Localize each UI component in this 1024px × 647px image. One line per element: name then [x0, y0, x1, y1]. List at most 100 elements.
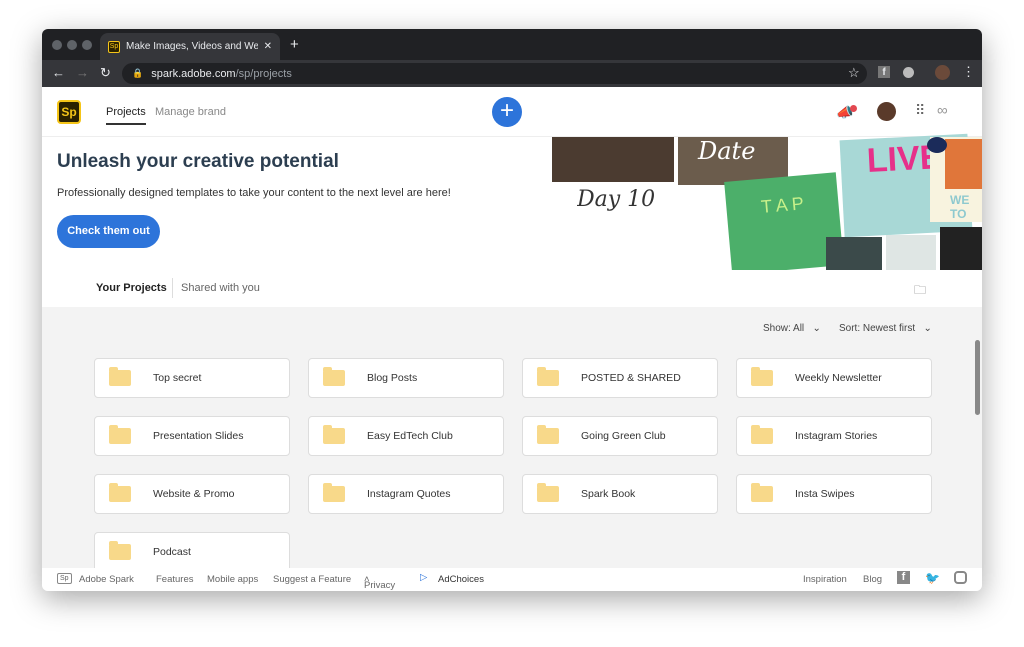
footer-mobile-apps[interactable]: Mobile apps: [207, 574, 258, 585]
template-day-text: Day 10: [577, 187, 656, 212]
close-tab-icon[interactable]: ✕: [264, 41, 272, 52]
footer-blog[interactable]: Blog: [863, 574, 882, 585]
scrollbar[interactable]: [975, 340, 980, 415]
sort-dropdown[interactable]: Sort: Newest first ⌄: [839, 323, 932, 334]
folder-name: Weekly Newsletter: [795, 372, 882, 384]
sort-label: Sort: Newest first: [839, 323, 916, 334]
twitter-icon[interactable]: 🐦: [925, 571, 940, 585]
back-icon[interactable]: ←: [52, 65, 65, 80]
favicon: Sp: [108, 40, 120, 53]
new-tab-button[interactable]: +: [290, 36, 299, 53]
folder-icon: [323, 425, 345, 444]
new-folder-icon[interactable]: 🗀: [914, 281, 926, 302]
nav-projects[interactable]: Projects: [106, 106, 146, 125]
tab-your-projects[interactable]: Your Projects: [96, 282, 167, 294]
folder-name: Presentation Slides: [153, 430, 244, 442]
footer-adchoices[interactable]: AdChoices: [438, 574, 484, 585]
nav-manage-brand[interactable]: Manage brand: [155, 106, 226, 118]
banner-title: Unleash your creative potential: [57, 151, 339, 172]
maximize-window-button[interactable]: [82, 40, 92, 50]
tab-bar: Sp Make Images, Videos and Web S ✕ +: [42, 29, 982, 60]
folder-icon: [109, 425, 131, 444]
folder-icon: [109, 367, 131, 386]
extension-icon[interactable]: [903, 67, 914, 78]
folder-card[interactable]: Spark Book: [522, 474, 718, 514]
browser-tab[interactable]: Sp Make Images, Videos and Web S ✕: [100, 33, 280, 60]
folder-name: Top secret: [153, 372, 202, 384]
folder-card[interactable]: Instagram Quotes: [308, 474, 504, 514]
close-window-button[interactable]: [52, 40, 62, 50]
folder-icon: [537, 425, 559, 444]
folder-name: Website & Promo: [153, 488, 235, 500]
folder-card[interactable]: POSTED & SHARED: [522, 358, 718, 398]
folder-name: Instagram Stories: [795, 430, 878, 442]
folder-icon: [323, 367, 345, 386]
folder-name: Going Green Club: [581, 430, 666, 442]
template-thumbnail: [826, 237, 882, 270]
folder-icon: [537, 367, 559, 386]
notification-badge: [850, 105, 857, 112]
url-domain: spark.adobe.com: [151, 67, 236, 80]
privacy-label: Privacy: [364, 580, 396, 591]
creative-cloud-icon[interactable]: ∞: [937, 102, 948, 119]
folder-card[interactable]: Podcast: [94, 532, 290, 572]
projects-area: Show: All ⌄ Sort: Newest first ⌄ Top sec…: [42, 307, 982, 572]
lock-icon: 🔒: [132, 68, 144, 78]
folder-name: Easy EdTech Club: [367, 430, 453, 442]
instagram-icon[interactable]: [954, 571, 967, 584]
folder-icon: [751, 425, 773, 444]
folder-card[interactable]: Weekly Newsletter: [736, 358, 932, 398]
bookmark-star-icon[interactable]: ☆: [848, 65, 860, 81]
user-avatar[interactable]: [877, 102, 896, 121]
check-them-out-button[interactable]: Check them out: [57, 215, 160, 248]
url-input[interactable]: 🔒 spark.adobe.com/sp/projects: [122, 63, 867, 84]
folder-icon: [323, 483, 345, 502]
footer-inspiration[interactable]: Inspiration: [803, 574, 847, 585]
folder-name: Blog Posts: [367, 372, 418, 384]
footer-suggest-feature[interactable]: Suggest a Feature: [273, 574, 351, 585]
apps-grid-icon[interactable]: ⠿: [915, 102, 925, 119]
banner-subtitle: Professionally designed templates to tak…: [57, 187, 451, 199]
spark-logo[interactable]: Sp: [57, 100, 81, 124]
template-thumbnail: [940, 227, 982, 270]
browser-window: Sp Make Images, Videos and Web S ✕ + ← →…: [42, 29, 982, 591]
footer-features[interactable]: Features: [156, 574, 194, 585]
footer-logo: Sp: [57, 573, 72, 584]
footer-adobe-spark[interactable]: Adobe Spark: [79, 574, 134, 585]
folder-card[interactable]: Top secret: [94, 358, 290, 398]
reload-icon[interactable]: ↻: [100, 65, 111, 81]
app-header: Sp Projects Manage brand + 📣 ⠿ ∞: [42, 87, 982, 137]
folder-card[interactable]: Blog Posts: [308, 358, 504, 398]
folder-name: Insta Swipes: [795, 488, 855, 500]
folder-icon: [537, 483, 559, 502]
adchoices-icon: ▷: [420, 572, 428, 583]
folder-card[interactable]: Website & Promo: [94, 474, 290, 514]
facebook-extension-icon[interactable]: f: [878, 66, 890, 78]
folder-name: Spark Book: [581, 488, 636, 500]
folder-icon: [751, 483, 773, 502]
tab-shared-with-you[interactable]: Shared with you: [181, 282, 260, 294]
create-button[interactable]: +: [492, 97, 522, 127]
footer-privacy[interactable]: Privacy ˄: [364, 574, 395, 591]
folder-icon: [751, 367, 773, 386]
menu-icon[interactable]: ⋮: [962, 64, 975, 80]
minimize-window-button[interactable]: [67, 40, 77, 50]
folder-icon: [109, 483, 131, 502]
profile-avatar[interactable]: [935, 65, 950, 80]
promo-banner: Unleash your creative potential Professi…: [42, 133, 982, 275]
folder-card[interactable]: Going Green Club: [522, 416, 718, 456]
url-path: /sp/projects: [235, 67, 292, 80]
facebook-icon[interactable]: f: [897, 571, 910, 584]
folder-name: Podcast: [153, 546, 191, 558]
template-thumbnail: [927, 137, 947, 153]
template-thumbnail: [886, 235, 936, 270]
forward-icon[interactable]: →: [76, 65, 89, 80]
folder-card[interactable]: Instagram Stories: [736, 416, 932, 456]
footer: Sp Adobe Spark Features Mobile apps Sugg…: [42, 568, 982, 591]
folder-card[interactable]: Easy EdTech Club: [308, 416, 504, 456]
folder-card[interactable]: Presentation Slides: [94, 416, 290, 456]
show-filter-dropdown[interactable]: Show: All ⌄: [763, 323, 821, 334]
template-thumbnail: [552, 137, 674, 182]
tab-title: Make Images, Videos and Web S: [126, 41, 258, 52]
folder-card[interactable]: Insta Swipes: [736, 474, 932, 514]
